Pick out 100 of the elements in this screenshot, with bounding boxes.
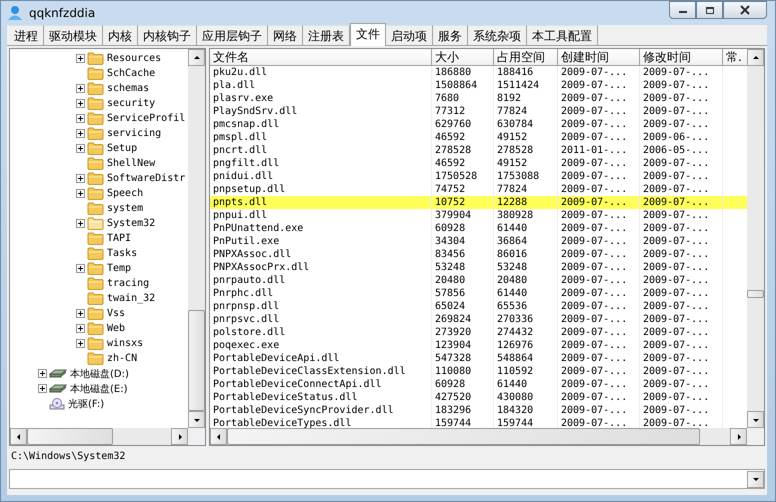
horizontal-scrollbar[interactable]	[10, 428, 188, 445]
tree-item[interactable]: servicing	[106, 128, 162, 139]
table-row[interactable]: polstore.dll 273920 274432 2009-07-... 2009-07-...	[210, 326, 747, 339]
expand-icon[interactable]	[76, 324, 85, 333]
scroll-left-button[interactable]	[10, 428, 27, 445]
tree-item[interactable]: Tasks	[106, 248, 138, 259]
column-header[interactable]: 修改时间	[640, 49, 723, 66]
expand-icon[interactable]	[76, 174, 85, 183]
table-row[interactable]: PNPXAssoc.dll 83456 86016 2009-07-... 2009-07-...	[210, 248, 747, 261]
tree-item[interactable]: Resources	[106, 53, 162, 64]
vertical-scrollbar[interactable]	[188, 49, 205, 428]
expand-icon[interactable]	[76, 219, 85, 228]
expand-icon[interactable]	[76, 264, 85, 273]
tree-item[interactable]: twain_32	[106, 293, 156, 304]
tree-item[interactable]: SoftwareDistr	[106, 173, 186, 184]
tab[interactable]: 应用层钩子	[197, 25, 268, 45]
expand-icon[interactable]	[38, 384, 47, 393]
table-row[interactable]: pnrpnsp.dll 65024 65536 2009-07-... 2009-07-...	[210, 300, 747, 313]
vertical-scrollbar[interactable]	[747, 49, 764, 428]
table-row[interactable]: pnpts.dll 10752 12288 2009-07-... 2009-07-...	[210, 196, 747, 209]
tree-item[interactable]: SchCache	[106, 68, 156, 79]
tree-item[interactable]: Speech	[106, 188, 144, 199]
tree-item[interactable]: Setup	[106, 143, 138, 154]
expand-icon[interactable]	[38, 369, 47, 378]
table-row[interactable]: PortableDeviceSyncProvider.dll 183296 184320 2009-07-... 2009-07-...	[210, 404, 747, 417]
expand-icon[interactable]	[76, 189, 85, 198]
tab[interactable]: 系统杂项	[468, 25, 527, 45]
tree-item[interactable]: security	[106, 98, 156, 109]
table-row[interactable]: pku2u.dll 186880 188416 2009-07-... 2009-07-...	[210, 66, 747, 79]
tree-item[interactable]: ShellNew	[106, 158, 156, 169]
scroll-up-button[interactable]	[747, 49, 764, 66]
tree-item[interactable]: 本地磁盘(D:)	[69, 366, 130, 380]
table-row[interactable]: PortableDeviceClassExtension.dll 110080 110592 2009-07-... 2009-07-...	[210, 365, 747, 378]
column-header[interactable]: 创建时间	[558, 49, 640, 66]
expand-icon[interactable]	[76, 99, 85, 108]
table-row[interactable]: PlaySndSrv.dll 77312 77824 2009-07-... 2009-07-...	[210, 105, 747, 118]
scroll-right-button[interactable]	[171, 428, 188, 445]
expand-icon[interactable]	[76, 129, 85, 138]
table-row[interactable]: pncrt.dll 278528 278528 2011-01-... 2006-05-...	[210, 144, 747, 157]
dropdown-button[interactable]	[747, 470, 764, 488]
tab[interactable]: 服务	[433, 25, 468, 45]
column-header[interactable]: 文件名	[210, 49, 432, 66]
scroll-down-button[interactable]	[747, 411, 764, 428]
tab[interactable]: 内核钩子	[138, 25, 197, 45]
tab[interactable]: 文件	[350, 23, 386, 46]
table-row[interactable]: pnrpauto.dll 20480 20480 2009-07-... 2009-07-...	[210, 274, 747, 287]
tab[interactable]: 本工具配置	[527, 25, 598, 45]
table-row[interactable]: PortableDeviceStatus.dll 427520 430080 2009-07-... 2009-07-...	[210, 391, 747, 404]
tab[interactable]: 驱动模块	[44, 25, 103, 45]
close-button[interactable]	[723, 1, 767, 19]
tree-item[interactable]: System32	[106, 218, 156, 229]
column-header[interactable]: 大小	[432, 49, 494, 66]
table-row[interactable]: pnidui.dll 1750528 1753088 2009-07-... 2009-07-...	[210, 170, 747, 183]
scroll-right-button[interactable]	[730, 428, 747, 445]
expand-icon[interactable]	[76, 114, 85, 123]
table-row[interactable]: plasrv.exe 7680 8192 2009-07-... 2009-07-...	[210, 92, 747, 105]
expand-icon[interactable]	[76, 54, 85, 63]
tree-item[interactable]: 光驱(F:)	[67, 396, 106, 410]
tree-item[interactable]: TAPI	[106, 233, 132, 244]
tree-item[interactable]: system	[106, 203, 144, 214]
tab[interactable]: 内核	[103, 25, 138, 45]
column-header[interactable]: 常.	[723, 49, 747, 66]
tab[interactable]: 注册表	[303, 25, 350, 45]
minimize-button[interactable]	[669, 1, 696, 19]
tree-item[interactable]: schemas	[106, 83, 150, 94]
tree-item[interactable]: 本地磁盘(E:)	[69, 382, 128, 396]
expand-icon[interactable]	[76, 339, 85, 348]
table-row[interactable]: pnrpsvc.dll 269824 270336 2009-07-... 2009-07-...	[210, 313, 747, 326]
scroll-down-button[interactable]	[188, 411, 205, 428]
table-row[interactable]: PnPUnattend.exe 60928 61440 2009-07-... 2009-07-...	[210, 222, 747, 235]
table-row[interactable]: PortableDeviceConnectApi.dll 60928 61440 2009-07-... 2009-07-...	[210, 378, 747, 391]
tab[interactable]: 启动项	[386, 25, 433, 45]
table-row[interactable]: poqexec.exe 123904 126976 2009-07-... 2009-07-...	[210, 339, 747, 352]
table-row[interactable]: PNPXAssocPrx.dll 53248 53248 2009-07-... 2009-07-...	[210, 261, 747, 274]
table-row[interactable]: pla.dll 1508864 1511424 2009-07-... 2009-07-...	[210, 79, 747, 92]
expand-icon[interactable]	[76, 309, 85, 318]
scroll-thumb[interactable]	[747, 290, 764, 298]
scroll-thumb[interactable]	[188, 310, 205, 411]
table-row[interactable]: pngfilt.dll 46592 49152 2009-07-... 2009-07-...	[210, 157, 747, 170]
table-row[interactable]: pmspl.dll 46592 49152 2009-07-... 2009-06-...	[210, 131, 747, 144]
scroll-left-button[interactable]	[210, 428, 227, 445]
scroll-thumb[interactable]	[27, 428, 113, 445]
expand-icon[interactable]	[76, 84, 85, 93]
expand-icon[interactable]	[76, 144, 85, 153]
table-row[interactable]: Pnrphc.dll 57856 61440 2009-07-... 2009-07-...	[210, 287, 747, 300]
tree-item[interactable]: Web	[106, 323, 126, 334]
tree-item[interactable]: ServiceProfil	[106, 113, 186, 124]
tree-item[interactable]: tracing	[106, 278, 150, 289]
scroll-up-button[interactable]	[188, 49, 205, 66]
tree-item[interactable]: zh-CN	[106, 353, 138, 364]
maximize-button[interactable]	[696, 1, 723, 19]
column-header[interactable]: 占用空间	[494, 49, 558, 66]
table-row[interactable]: pmcsnap.dll 629760 630784 2009-07-... 2009-07-...	[210, 118, 747, 131]
table-row[interactable]: pnpui.dll 379904 380928 2009-07-... 2009-07-...	[210, 209, 747, 222]
tree-item[interactable]: winsxs	[106, 338, 144, 349]
tab[interactable]: 进程	[9, 25, 44, 45]
tree-item[interactable]: Temp	[106, 263, 132, 274]
tree-item[interactable]: Vss	[106, 308, 126, 319]
table-row[interactable]: PnPutil.exe 34304 36864 2009-07-... 2009-07-...	[210, 235, 747, 248]
tab[interactable]: 网络	[268, 25, 303, 45]
